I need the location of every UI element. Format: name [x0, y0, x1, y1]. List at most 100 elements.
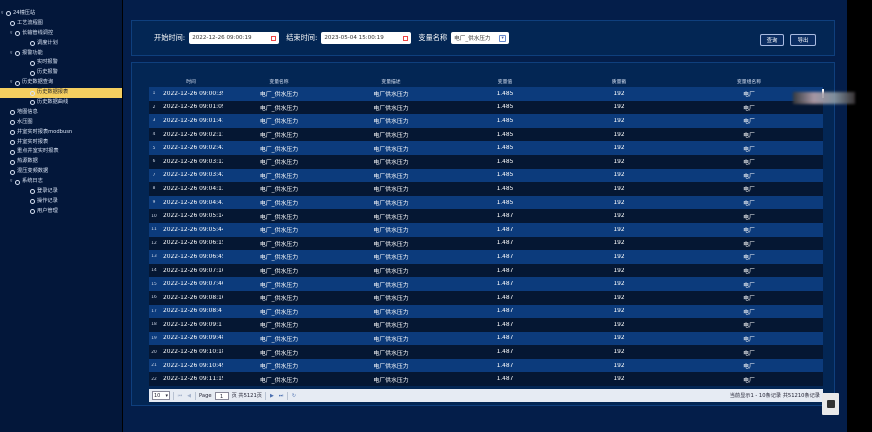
table-row[interactable]: 12 2022-12-26 09:06:15. 电厂_供水压力 电厂供水压力 1.487… [149, 236, 823, 251]
calendar-icon[interactable] [403, 35, 409, 41]
last-page-icon[interactable]: ⏭ [278, 393, 284, 399]
cell-variable-value: 1.485 [496, 158, 514, 165]
sidebar-item[interactable]: 工艺流程图 [0, 19, 122, 29]
menu-icon [30, 70, 35, 76]
cell-time: 2022-12-26 09:02:11. [163, 131, 223, 138]
sidebar-item-label: 实时报警 [37, 59, 58, 66]
cell-variable-name: 电厂_供水压力 [259, 364, 299, 371]
header-variable-desc[interactable]: 变量描述 [335, 78, 447, 85]
chevron-down-icon: ▿ [10, 50, 13, 56]
sidebar-item[interactable]: ▿ 报警功能 [0, 49, 122, 59]
sidebar-item[interactable]: 历史数据曲线 [0, 98, 122, 108]
page-size-select[interactable]: 10 ▾ [152, 391, 170, 400]
table-row[interactable]: 14 2022-12-26 09:07:16. 电厂_供水压力 电厂供水压力 1.487… [149, 263, 823, 278]
cell-group: 电厂 [743, 228, 755, 235]
table-panel: 时间 变量名称 变量描述 变量值 质量戳 变量组名称 1 2022-12-26 0… [131, 62, 835, 406]
table-row[interactable]: 21 2022-12-26 09:10:49. 电厂_供水压力 电厂供水压力 1.487… [149, 358, 823, 373]
cell-variable-name: 电厂_供水压力 [259, 119, 299, 126]
row-index: 13 [151, 254, 157, 260]
sidebar-item[interactable]: 操作记录 [0, 197, 122, 207]
refresh-icon[interactable]: ↻ [291, 393, 297, 399]
variable-name-select[interactable]: 电厂_供水压力 ▾ [451, 32, 510, 44]
chevron-down-icon[interactable]: ▾ [499, 34, 507, 42]
floating-tool-button[interactable] [822, 393, 839, 415]
sidebar-item[interactable]: 历史报警 [0, 68, 122, 78]
header-variable-value[interactable]: 变量值 [447, 78, 563, 85]
table-row[interactable]: 17 2022-12-26 09:08:47. 电厂_供水压力 电厂供水压力 1.487… [149, 304, 823, 319]
cell-variable-value: 1.487 [496, 376, 514, 383]
table-row[interactable]: 1 2022-12-26 09:00:39. 电厂_供水压力 电厂供水压力 1.485 1… [149, 87, 823, 101]
end-time-input[interactable]: 2023-05-04 15:00:19 [321, 32, 412, 44]
sidebar-item[interactable]: 实时报警 [0, 58, 122, 68]
start-time-label: 开始时间: [154, 33, 186, 42]
table-row[interactable]: 20 2022-12-26 09:10:18. 电厂_供水压力 电厂供水压力 1.487… [149, 345, 823, 359]
cell-variable-desc: 电厂供水压力 [373, 282, 409, 289]
table-row[interactable]: 16 2022-12-26 09:08:16. 电厂_供水压力 电厂供水压力 1.487… [149, 290, 823, 305]
table-row[interactable]: 15 2022-12-26 09:07:46. 电厂_供水压力 电厂供水压力 1.487… [149, 277, 823, 291]
menu-icon [10, 110, 15, 116]
table-row[interactable]: 13 2022-12-26 09:06:45. 电厂_供水压力 电厂供水压力 1.487… [149, 250, 823, 264]
header-time[interactable]: 时间 [159, 78, 223, 85]
sidebar-item-label: 系统日志 [22, 178, 43, 185]
table-row[interactable]: 3 2022-12-26 09:01:41. 电厂_供水压力 电厂供水压力 1.485 1… [149, 114, 823, 128]
cell-variable-desc: 电厂供水压力 [373, 133, 409, 140]
query-button[interactable]: 查询 [760, 34, 784, 46]
sidebar-item[interactable]: 历史数据报表 [0, 88, 122, 99]
table-row[interactable]: 10 2022-12-26 09:05:14. 电厂_供水压力 电厂供水压力 1.487… [149, 209, 823, 223]
table-row[interactable]: 7 2022-12-26 09:03:42. 电厂_供水压力 电厂供水压力 1.485 1… [149, 168, 823, 183]
sidebar-item[interactable]: 重点井室实时报表 [0, 147, 122, 157]
sidebar-item-label: 热源数据 [17, 158, 38, 165]
cell-variable-desc: 电厂供水压力 [373, 173, 409, 180]
table-row[interactable]: 11 2022-12-26 09:05:44. 电厂_供水压力 电厂供水压力 1.487… [149, 222, 823, 237]
table-row[interactable]: 4 2022-12-26 09:02:11. 电厂_供水压力 电厂供水压力 1.485 1… [149, 127, 823, 142]
cell-group: 电厂 [743, 133, 755, 140]
table-row[interactable]: 8 2022-12-26 09:04:13. 电厂_供水压力 电厂供水压力 1.485 1… [149, 182, 823, 196]
cell-quality: 192 [613, 253, 625, 260]
row-index: 18 [151, 322, 157, 328]
cell-quality: 192 [613, 145, 625, 152]
header-variable-name[interactable]: 变量名称 [223, 78, 335, 85]
sidebar-item[interactable]: ▿ 系统日志 [0, 177, 122, 187]
table-row[interactable]: 19 2022-12-26 09:09:48. 电厂_供水压力 电厂供水压力 1.487… [149, 331, 823, 346]
cell-time: 2022-12-26 09:04:13. [163, 185, 223, 192]
sidebar-item[interactable]: 并室实时报表modbusn [0, 128, 122, 138]
cell-time: 2022-12-26 09:07:16. [163, 267, 223, 274]
row-index: 4 [152, 132, 156, 138]
variable-name-label: 变量名称 [418, 33, 448, 42]
header-quality[interactable]: 质量戳 [563, 78, 675, 85]
sidebar-item[interactable]: 地图信息 [0, 108, 122, 118]
cell-variable-value: 1.487 [496, 349, 514, 356]
start-time-input[interactable]: 2022-12-26 09:00:19 [189, 32, 280, 44]
cell-variable-name: 电厂_供水压力 [259, 160, 299, 167]
table-row[interactable]: 9 2022-12-26 09:04:43. 电厂_供水压力 电厂供水压力 1.485 1… [149, 195, 823, 210]
cell-quality: 192 [613, 226, 625, 233]
sidebar-item[interactable]: 用户管理 [0, 207, 122, 217]
sidebar-item[interactable]: 水压图 [0, 118, 122, 128]
header-group[interactable]: 变量组名称 [675, 78, 823, 85]
chevron-down-icon: ▿ [1, 11, 4, 16]
table-row[interactable]: 18 2022-12-26 09:09:17. 电厂_供水压力 电厂供水压力 1.487… [149, 318, 823, 332]
first-page-icon[interactable]: ⏮ [177, 393, 183, 399]
table-row[interactable]: 2 2022-12-26 09:01:09. 电厂_供水压力 电厂供水压力 1.485 1… [149, 100, 823, 115]
sidebar-item[interactable]: 热源数据 [0, 157, 122, 167]
prev-page-icon[interactable]: ◀ [186, 393, 192, 399]
table-row[interactable]: 22 2022-12-26 09:11:19. 电厂_供水压力 电厂供水压力 1.487… [149, 372, 823, 387]
table-row[interactable]: 5 2022-12-26 09:02:42. 电厂_供水压力 电厂供水压力 1.485 1… [149, 141, 823, 155]
sidebar-item[interactable]: ▿ 长输管线调控 [0, 29, 122, 39]
sidebar-item-label: 重点井室实时报表 [17, 148, 59, 155]
sidebar-item[interactable]: ▿ 24幢压站 [0, 9, 122, 19]
calendar-icon[interactable] [271, 35, 277, 41]
next-page-icon[interactable]: ▶ [269, 393, 275, 399]
sidebar-item[interactable]: 井室实时报表 [0, 138, 122, 148]
export-button[interactable]: 导出 [790, 34, 816, 46]
sidebar-item[interactable]: 登录记录 [0, 187, 122, 197]
sidebar-item[interactable]: 混压变频数据 [0, 167, 122, 177]
total-pages-label: 页 共5121页 [231, 393, 262, 399]
page-number-input[interactable]: 1 [214, 391, 229, 400]
cell-time: 2022-12-26 09:11:19. [163, 376, 223, 383]
menu-icon [30, 209, 35, 215]
sidebar-item[interactable]: 调度计划 [0, 39, 122, 49]
sidebar-item[interactable]: ▿ 历史数据查询 [0, 78, 122, 88]
cell-quality: 192 [613, 294, 625, 301]
table-row[interactable]: 6 2022-12-26 09:03:12. 电厂_供水压力 电厂供水压力 1.485 1… [149, 154, 823, 169]
